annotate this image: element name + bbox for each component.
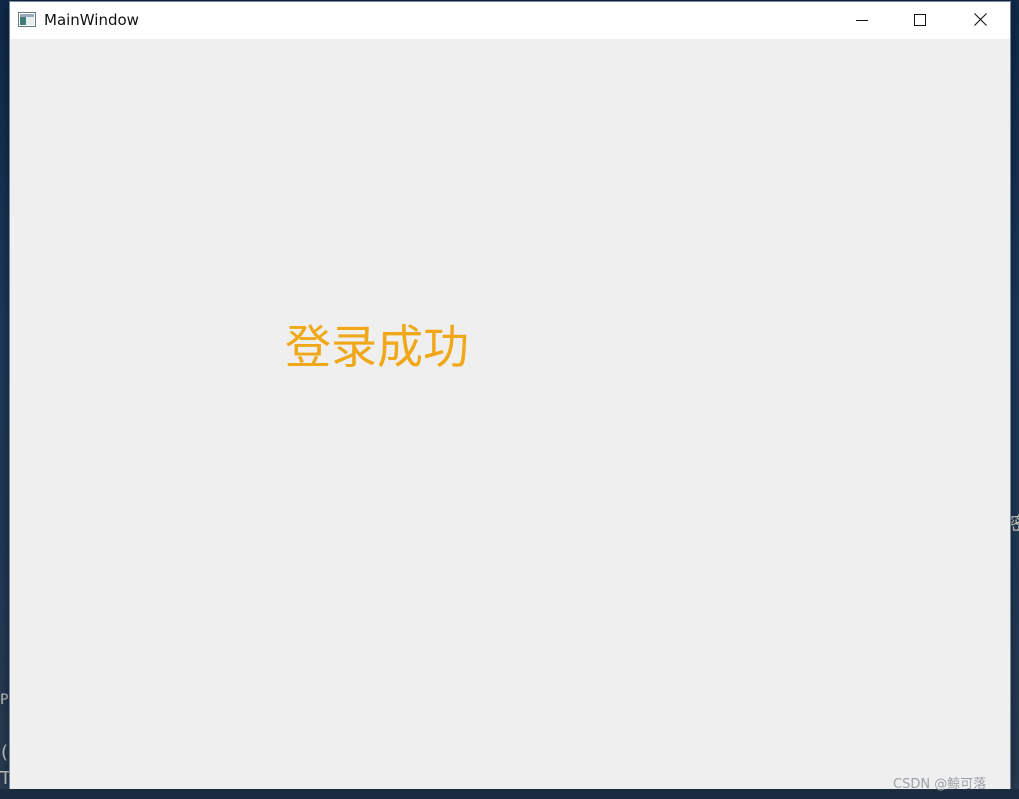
maximize-button[interactable] <box>891 2 949 39</box>
window-client-area: 登录成功 <box>10 39 1010 789</box>
login-success-label: 登录成功 <box>285 320 469 374</box>
main-window: MainWindow 登录成功 <box>10 2 1010 789</box>
title-bar[interactable]: MainWindow <box>10 2 1010 39</box>
background-text-fragment: ( <box>1 742 9 763</box>
close-button[interactable] <box>950 2 1010 39</box>
taskbar-edge <box>0 789 1019 799</box>
minimize-button[interactable] <box>833 2 891 39</box>
app-window-icon <box>18 12 36 27</box>
maximize-icon <box>914 11 926 30</box>
window-title: MainWindow <box>44 11 139 29</box>
watermark-text: CSDN @鲸可落 <box>893 777 987 792</box>
background-text-fragment: P <box>0 692 9 708</box>
close-icon <box>973 11 987 30</box>
minimize-icon <box>856 11 868 30</box>
background-text-fragment: 密 <box>1010 510 1019 536</box>
